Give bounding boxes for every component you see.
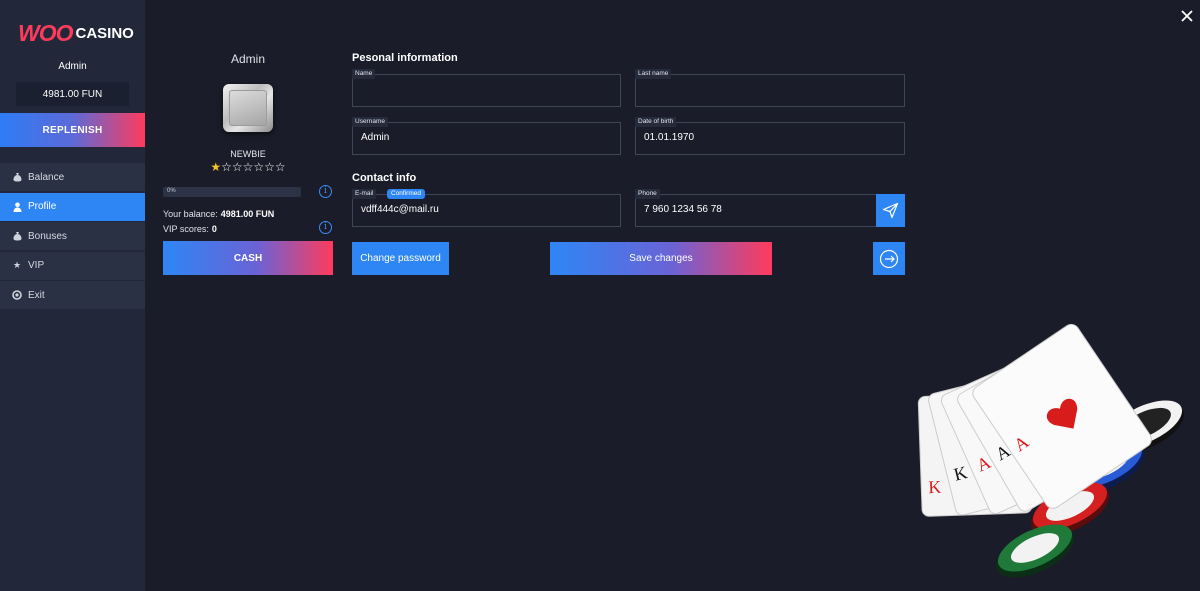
replenish-button[interactable]: REPLENISH bbox=[0, 113, 145, 147]
save-changes-button[interactable]: Save changes bbox=[550, 242, 772, 275]
balance-row: Your balance: 4981.00 FUN bbox=[163, 209, 274, 219]
balance-label: Your balance: bbox=[163, 209, 218, 219]
star-icon: ★ bbox=[12, 260, 22, 270]
info-icon[interactable]: i bbox=[319, 185, 332, 198]
field-label: E-mail bbox=[352, 189, 377, 199]
field-value: 7 960 1234 56 78 bbox=[644, 204, 722, 215]
logo-casino: CASINO bbox=[75, 24, 134, 42]
info-icon[interactable]: i bbox=[319, 221, 332, 234]
date-of-birth-field[interactable]: Date of birth 01.01.1970 bbox=[635, 117, 905, 155]
field-value: 01.01.1970 bbox=[644, 132, 695, 143]
playing-cards-illustration: K K A A A bbox=[917, 323, 1184, 578]
logout-button[interactable] bbox=[873, 242, 905, 275]
sidebar-item-balance[interactable]: Balance bbox=[0, 163, 145, 191]
sidebar-item-bonuses[interactable]: Bonuses bbox=[0, 222, 145, 250]
sidebar-item-label: Bonuses bbox=[28, 230, 67, 242]
confirmed-badge: Confirmed bbox=[387, 189, 425, 199]
sidebar-nav: Balance Profile Bonuses ★ VIP Exit bbox=[0, 163, 145, 311]
contact-info-title: Contact info bbox=[352, 172, 417, 184]
logo[interactable]: WOO CASINO bbox=[18, 18, 134, 48]
card-fan: K K A A A bbox=[917, 323, 1152, 517]
last-name-field[interactable]: Last name bbox=[635, 69, 905, 107]
gift-icon bbox=[12, 231, 22, 241]
sidebar-item-profile[interactable]: Profile bbox=[0, 192, 145, 221]
sidebar-username: Admin bbox=[58, 61, 87, 72]
rank-label: NEWBIE bbox=[230, 149, 266, 159]
money-bag-icon bbox=[12, 172, 22, 182]
name-field[interactable]: Name bbox=[352, 69, 621, 107]
paper-plane-icon bbox=[882, 202, 899, 219]
power-icon bbox=[12, 290, 22, 300]
sidebar-item-exit[interactable]: Exit bbox=[0, 281, 145, 309]
sidebar-item-vip[interactable]: ★ VIP bbox=[0, 251, 145, 280]
rank-stars: ★☆☆☆☆☆☆ bbox=[163, 160, 333, 174]
sidebar-item-label: VIP bbox=[28, 260, 45, 271]
logout-icon bbox=[879, 249, 899, 268]
sidebar-item-label: Profile bbox=[28, 201, 57, 212]
svg-text:K: K bbox=[928, 477, 942, 497]
star-filled-icon: ★ bbox=[210, 160, 222, 174]
sidebar-item-label: Balance bbox=[28, 171, 65, 183]
vip-label: VIP scores: bbox=[163, 224, 209, 234]
close-icon[interactable] bbox=[1180, 9, 1194, 23]
change-password-button[interactable]: Change password bbox=[352, 242, 449, 275]
vip-progress-bar: 0% bbox=[163, 187, 301, 197]
field-value: vdff444c@mail.ru bbox=[361, 204, 439, 215]
rank-badge-image bbox=[223, 84, 273, 132]
send-button[interactable] bbox=[876, 194, 905, 227]
sidebar: WOO CASINO Admin 4981.00 FUN REPLENISH B… bbox=[0, 0, 145, 591]
field-label: Last name bbox=[635, 69, 672, 79]
field-label: Date of birth bbox=[635, 117, 677, 127]
sidebar-item-label: Exit bbox=[28, 289, 45, 301]
logo-woo: WOO bbox=[18, 19, 73, 46]
phone-field[interactable]: Phone 7 960 1234 56 78 bbox=[635, 189, 877, 227]
user-icon bbox=[12, 202, 22, 212]
field-label: Name bbox=[352, 69, 376, 79]
cash-button[interactable]: CASH bbox=[163, 241, 333, 275]
vip-row: VIP scores: 0 bbox=[163, 224, 217, 234]
profile-name: Admin bbox=[230, 52, 265, 66]
field-label: Phone bbox=[635, 189, 660, 199]
field-value: Admin bbox=[361, 132, 390, 143]
field-label: Username bbox=[352, 117, 388, 127]
personal-info-title: Pesonal information bbox=[352, 52, 458, 64]
progress-label: 0% bbox=[167, 188, 176, 194]
vip-value: 0 bbox=[211, 224, 217, 234]
sidebar-balance: 4981.00 FUN bbox=[16, 82, 129, 106]
balance-value: 4981.00 FUN bbox=[220, 209, 275, 219]
username-field[interactable]: Username Admin bbox=[352, 117, 621, 155]
email-field[interactable]: E-mail Confirmed vdff444c@mail.ru bbox=[352, 189, 621, 227]
star-empty-icon: ☆☆☆☆☆☆ bbox=[221, 160, 286, 174]
